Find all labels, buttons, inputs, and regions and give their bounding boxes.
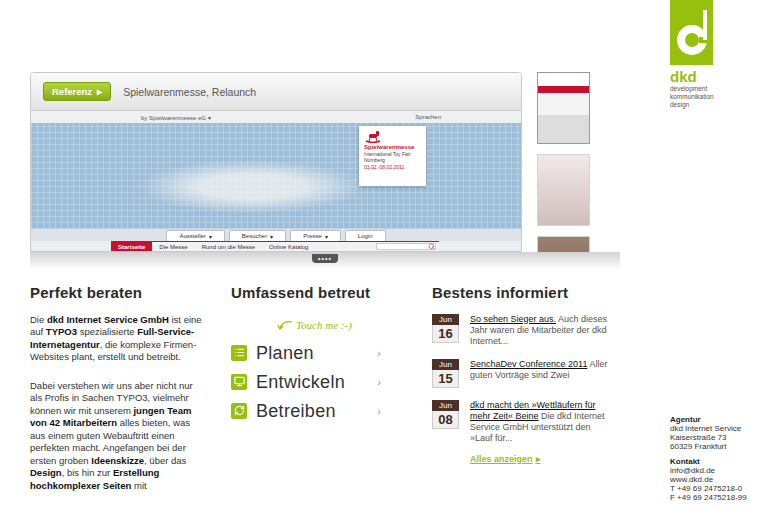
paragraph: Die dkd Internet Service GmbH ist eine a… <box>30 314 205 364</box>
site-nav: StartseiteDie MesseRund um die MesseOnli… <box>111 241 439 251</box>
site-tab[interactable]: Presse▾ <box>290 230 341 241</box>
fair-card: SpielwarenmesseInternational Toy Fair Nü… <box>359 126 426 186</box>
thumbnail-strip <box>537 72 590 252</box>
reference-slider: Referenz▸ Spielwarenmesse, Relaunch by Spi… <box>30 72 590 252</box>
site-nav-item[interactable]: Startseite <box>111 242 152 251</box>
site-tab[interactable]: Aussteller▾ <box>166 230 224 241</box>
main-content: Referenz▸ Spielwarenmesse, Relaunch by Spi… <box>0 0 630 508</box>
site-hero-photo: SpielwarenmesseInternational Toy Fair Nü… <box>31 123 521 229</box>
paragraph: Dabei verstehen wir uns aber nicht nur a… <box>30 380 205 493</box>
news-column: Bestens informiert Jun16 So sehen Sieger a… <box>432 284 614 508</box>
news-item: Jun15SenchaDev Conference 2011 Aller gut… <box>432 359 614 388</box>
site-topbar: by Spielwarenmesse eG ▾Sprachen <box>31 111 521 123</box>
service-item[interactable]: Betreiben› <box>231 400 381 422</box>
curved-arrow-icon <box>277 319 293 331</box>
thumbnail[interactable] <box>537 154 590 226</box>
news-title-link[interactable]: So sehen Sieger aus. <box>470 314 556 324</box>
pager-bar: •••• <box>30 252 620 270</box>
pager-handle[interactable]: •••• <box>312 254 338 263</box>
site-nav-item[interactable]: Rund um die Messe <box>195 242 262 251</box>
site-tabs: Aussteller▾ Besucher▾ Presse▾ Login <box>31 229 521 241</box>
touch-hint: Touch me :-) <box>231 314 406 336</box>
reference-button[interactable]: Referenz▸ <box>43 82 111 101</box>
site-nav-item[interactable]: Die Messe <box>152 242 194 251</box>
date-badge: Jun15 <box>432 359 459 388</box>
slider-frame: Referenz▸ Spielwarenmesse, Relaunch by Spi… <box>30 72 522 252</box>
date-badge: Jun08 <box>432 400 459 444</box>
site-tab[interactable]: Login <box>345 230 386 241</box>
logo-wordmark: dkd <box>670 68 762 85</box>
reference-title: Spielwarenmesse, Relaunch <box>123 86 256 98</box>
service-item[interactable]: Entwickeln› <box>231 371 381 393</box>
slider-header: Referenz▸ Spielwarenmesse, Relaunch <box>31 73 521 111</box>
news-item: Jun16So sehen Sieger aus. Auch dieses Ja… <box>432 314 614 347</box>
thumbnail[interactable] <box>537 72 590 144</box>
site-nav-item[interactable]: Online Katalog <box>262 242 315 251</box>
site-tab[interactable]: Besucher▾ <box>229 230 286 241</box>
logo-tagline: development <box>670 85 762 93</box>
logo-tagline: kommunikation <box>670 93 762 101</box>
column-heading: Bestens informiert <box>432 284 614 302</box>
services-menu: Planen› Entwickeln› Betreiben› <box>231 342 406 422</box>
show-all-link[interactable]: Alles anzeigen▸ <box>470 454 614 464</box>
news-item: Jun08dkd macht den »Wettläufern für mehr… <box>432 400 614 444</box>
services-column: Umfassend betreut Touch me :-) Planen› Entw… <box>231 284 406 508</box>
content-columns: Perfekt beraten Die dkd Internet Service … <box>30 284 630 508</box>
logo-mark-icon <box>670 0 713 65</box>
search-icon <box>428 243 435 250</box>
column-heading: Perfekt beraten <box>30 284 205 302</box>
date-badge: Jun16 <box>432 314 459 347</box>
reference-screenshot: by Spielwarenmesse eG ▾Sprachen Spielware… <box>31 111 521 251</box>
news-list: Jun16So sehen Sieger aus. Auch dieses Ja… <box>432 314 614 444</box>
page: Referenz▸ Spielwarenmesse, Relaunch by Spi… <box>0 0 762 508</box>
consult-column: Perfekt beraten Die dkd Internet Service … <box>30 284 205 508</box>
service-icon <box>231 403 247 419</box>
contact-group: Kontaktinfo@dkd.dewww.dkd.deT +49 69 247… <box>670 457 762 502</box>
news-title-link[interactable]: SenchaDev Conference 2011 <box>470 359 587 369</box>
contact-info: Agenturdkd Internet ServiceKaiserstraße … <box>670 415 762 502</box>
logo[interactable]: dkddevelopmentkommunikationdesign <box>670 0 762 109</box>
service-icon <box>231 345 247 361</box>
service-item[interactable]: Planen› <box>231 342 381 364</box>
column-heading: Umfassend betreut <box>231 284 406 302</box>
contact-group: Agenturdkd Internet ServiceKaiserstraße … <box>670 415 762 451</box>
site-search-field[interactable] <box>376 243 436 250</box>
service-icon <box>231 374 247 390</box>
thumbnail[interactable] <box>537 236 590 252</box>
sidebar: dkddevelopmentkommunikationdesign Agentur… <box>670 0 762 508</box>
logo-tagline: design <box>670 101 762 109</box>
rocking-horse-icon <box>364 130 382 143</box>
